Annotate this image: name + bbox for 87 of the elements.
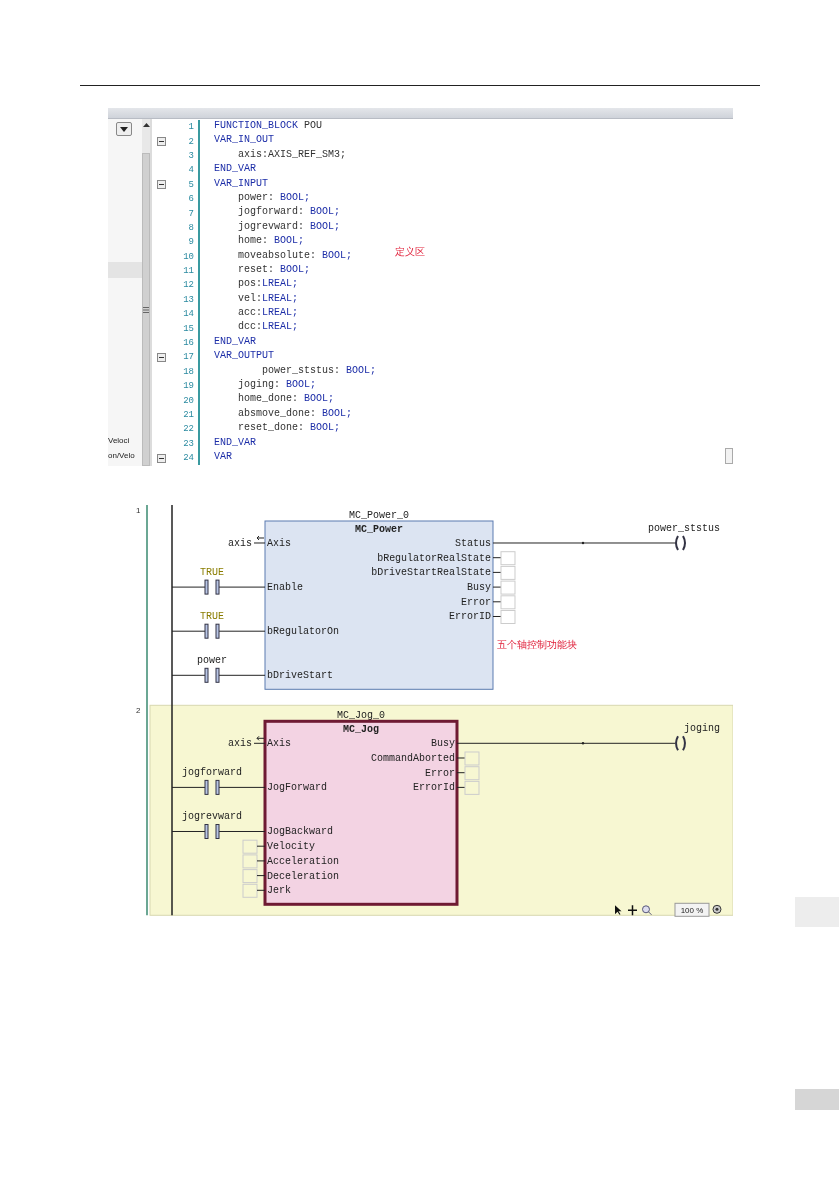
code-line: END_VAR: [198, 436, 256, 451]
line-number: 4: [187, 165, 195, 176]
block-type: MC_Jog: [343, 724, 379, 736]
input-pin-label: Acceleration: [267, 855, 339, 867]
output-pin-label: bRegulatorRealState: [377, 552, 491, 564]
input-pin-label: Enable: [267, 582, 303, 594]
line-number: 2: [187, 136, 195, 147]
line-number: 15: [182, 323, 195, 334]
instance-name: MC_Power_0: [349, 510, 409, 521]
variable-label: power_ststus: [648, 523, 720, 534]
code-line: VAR_INPUT: [198, 177, 268, 192]
output-pin-label: Status: [455, 538, 491, 549]
code-line: absmove_done: BOOL;: [198, 407, 353, 423]
line-number: 1: [187, 122, 195, 133]
output-pin-label: Busy: [467, 582, 491, 594]
output-pin-label: CommandAborted: [371, 753, 455, 764]
annotation-label: 定义区: [395, 245, 425, 259]
code-line: pos:LREAL;: [198, 278, 299, 293]
code-line: VAR: [198, 451, 232, 466]
line-number: 11: [182, 266, 195, 277]
line-number: 19: [182, 381, 195, 392]
line-number: 16: [182, 338, 195, 349]
variable-label: jogforward: [182, 767, 242, 779]
line-number: 23: [182, 438, 195, 449]
input-pin-label: Axis: [267, 738, 291, 750]
line-number: 22: [182, 424, 195, 435]
code-line: home_done: BOOL;: [198, 393, 335, 408]
line-number: 14: [182, 309, 195, 320]
line-number: 10: [182, 251, 195, 262]
annotation-label: 五个轴控制功能块: [497, 639, 577, 650]
line-number: 5: [187, 179, 195, 190]
output-pin-label: Busy: [431, 738, 455, 750]
line-number: 17: [182, 352, 195, 363]
line-number: 13: [182, 294, 195, 305]
variable-label: TRUE: [200, 567, 224, 579]
block-type: MC_Power: [355, 524, 403, 535]
variable-label: power: [197, 655, 227, 667]
line-number: 12: [182, 280, 195, 291]
output-pin-label: Error: [425, 767, 455, 779]
instance-name: MC_Jog_0: [337, 710, 385, 722]
code-line: jogrevward: BOOL;: [198, 220, 341, 236]
line-number: 7: [187, 208, 195, 219]
output-pin-label: ErrorID: [449, 611, 491, 623]
line-number: 20: [182, 395, 195, 406]
code-line: jogforward: BOOL;: [198, 206, 341, 221]
output-pin-label: ErrorId: [413, 782, 455, 794]
code-line: reset: BOOL;: [198, 263, 311, 279]
code-line: FUNCTION_BLOCK POU: [198, 120, 323, 135]
code-line: axis:AXIS_REF_SM3;: [198, 148, 347, 164]
variable-label: joging: [684, 723, 720, 735]
input-pin-label: Deceleration: [267, 870, 339, 882]
code-line: VAR_OUTPUT: [198, 350, 274, 365]
code-line: END_VAR: [198, 163, 256, 178]
variable-label: TRUE: [200, 611, 224, 623]
network-number: 1: [136, 506, 141, 515]
code-line: moveabsolute: BOOL;: [198, 249, 353, 264]
code-line: power: BOOL;: [198, 191, 311, 207]
code-line: home: BOOL;: [198, 235, 305, 250]
input-pin-label: bDriveStart: [267, 670, 333, 682]
line-number: 21: [182, 410, 195, 420]
output-pin-label: bDriveStartRealState: [371, 567, 491, 579]
code-line: dcc:LREAL;: [198, 321, 299, 336]
variable-label: axis: [228, 538, 252, 549]
line-number: 6: [187, 194, 195, 205]
code-line: VAR_IN_OUT: [198, 134, 274, 149]
code-line: vel:LREAL;: [198, 292, 299, 308]
input-pin-label: bRegulatorOn: [267, 626, 339, 638]
input-pin-label: Axis: [267, 538, 291, 549]
zoom-value: 100 %: [680, 906, 704, 916]
variable-label: axis: [228, 738, 252, 750]
network-number: 2: [136, 706, 141, 716]
line-number: 18: [182, 366, 195, 377]
code-line: END_VAR: [198, 335, 256, 351]
code-line: reset_done: BOOL;: [198, 422, 341, 437]
code-line: power_ststus: BOOL;: [198, 364, 377, 380]
input-pin-label: Velocity: [267, 841, 315, 853]
output-pin-label: Error: [461, 596, 491, 608]
line-number: 9: [187, 237, 195, 248]
input-pin-label: JogBackward: [267, 826, 333, 838]
line-number: 8: [187, 222, 195, 233]
line-number: 3: [187, 150, 195, 161]
code-line: acc:LREAL;: [198, 307, 299, 322]
code-line: joging: BOOL;: [198, 379, 317, 394]
line-number: 24: [182, 453, 195, 464]
input-pin-label: Jerk: [267, 885, 291, 897]
variable-label: jogrevward: [182, 811, 242, 823]
input-pin-label: JogForward: [267, 782, 327, 794]
